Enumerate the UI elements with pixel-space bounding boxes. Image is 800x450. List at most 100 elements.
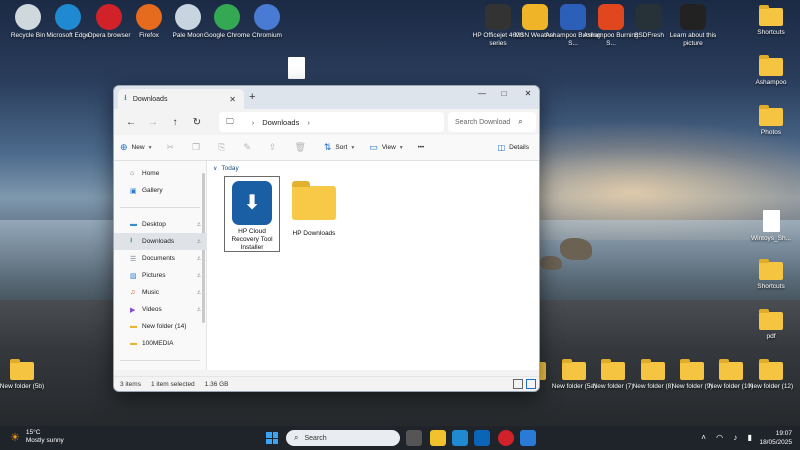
share-button[interactable]: ⇪ xyxy=(269,142,281,153)
store-taskbar-icon[interactable] xyxy=(520,430,536,446)
desktop-icon[interactable]: pdf xyxy=(743,308,799,341)
opera-taskbar-icon[interactable] xyxy=(498,430,514,446)
folder-icon xyxy=(292,181,336,220)
refresh-button[interactable]: ↻ xyxy=(186,117,208,128)
desktop-icon[interactable]: New folder (12) xyxy=(743,358,799,391)
new-tab-button[interactable]: + xyxy=(249,91,255,103)
chevron-right-icon[interactable]: › xyxy=(252,118,255,127)
computer-icon: 🖵 xyxy=(226,117,234,126)
folder-icon xyxy=(759,309,783,330)
navigation-pane: ⌂ Home ▣ Gallery ▬ Desktop ⚓ ⭳ Downloads ⚓ ☰ Docume… xyxy=(114,161,207,370)
sidebar-item[interactable]: ▣ Gallery xyxy=(114,182,206,199)
sidebar-item-label: 100MEDIA xyxy=(142,340,174,347)
sidebar-item[interactable]: ☰ Documents ⚓ xyxy=(114,250,206,267)
desktop-icon[interactable]: Chromium xyxy=(239,4,295,40)
pin-icon: ⚓ xyxy=(196,221,201,228)
edge-taskbar-icon[interactable] xyxy=(452,430,468,446)
maximize-button[interactable]: □ xyxy=(494,89,514,98)
start-button[interactable] xyxy=(266,432,278,444)
details-view-icon[interactable] xyxy=(513,379,523,389)
details-label: Details xyxy=(509,144,529,151)
address-bar[interactable]: 🖵 › Downloads › xyxy=(219,112,444,132)
item-count: 3 items xyxy=(120,380,141,388)
desktop-icon-label: Learn about this picture xyxy=(669,32,717,47)
minimize-button[interactable]: — xyxy=(472,89,492,98)
folder-icon: ▬ xyxy=(130,340,137,347)
close-window-button[interactable]: ✕ xyxy=(518,89,538,98)
sidebar-item[interactable]: ▬ New folder (14) xyxy=(114,318,206,335)
desktop-icon[interactable]: Wintoys_Sh... xyxy=(743,208,799,243)
copy-button[interactable]: ❐ xyxy=(192,142,204,153)
desktop-icon-label: Ashampoo xyxy=(755,79,787,86)
sidebar-item[interactable]: ▨ Pictures ⚓ xyxy=(114,267,206,284)
sidebar-item-label: Downloads xyxy=(142,238,175,245)
status-bar: 3 items 1 item selected 1.36 GB xyxy=(114,376,539,391)
desktop-icon[interactable]: Photos xyxy=(743,104,799,137)
sidebar-item[interactable]: ⭳ Downloads ⚓ xyxy=(114,233,206,250)
date: 18/05/2025 xyxy=(759,439,792,446)
desktop-icon[interactable]: Ashampoo xyxy=(743,54,799,87)
delete-button[interactable]: 🗑 xyxy=(294,142,309,153)
file-explorer-taskbar-icon[interactable] xyxy=(430,430,446,446)
taskbar-search[interactable]: ⌕ Search xyxy=(286,430,400,446)
paste-button[interactable]: ⎘ xyxy=(218,142,229,153)
up-button[interactable]: ↑ xyxy=(164,117,186,128)
back-button[interactable]: ← xyxy=(120,117,142,128)
search-input[interactable]: Search Download ⌕ xyxy=(448,112,536,132)
outlook-taskbar-icon[interactable] xyxy=(474,430,490,446)
sidebar-item[interactable]: ▶ Videos ⚓ xyxy=(114,301,206,318)
hp-installer-icon: ⬇ xyxy=(232,181,272,225)
view-icon: ▭ xyxy=(369,142,378,152)
sidebar-item[interactable]: ♫ Music ⚓ xyxy=(114,284,206,301)
weather-widget[interactable]: ☀ 15°C Mostly sunny xyxy=(10,429,64,445)
view-button[interactable]: ▭ View ▼ xyxy=(369,142,403,153)
sidebar-item[interactable]: ▬ 100MEDIA xyxy=(114,335,206,352)
view-label: View xyxy=(381,144,396,151)
videos-icon: ▶ xyxy=(130,306,136,314)
search-placeholder: Search Download xyxy=(455,118,511,126)
edge-icon xyxy=(55,4,81,30)
sidebar-item[interactable]: ⌂ Home xyxy=(114,165,206,182)
address-location[interactable]: Downloads xyxy=(262,118,299,127)
chevron-down-icon: ∨ xyxy=(213,166,218,172)
system-tray[interactable]: ˄ ◠ ♪ ▮ xyxy=(701,433,756,442)
time: 19:07 xyxy=(775,430,792,437)
download-icon: ⭳ xyxy=(124,93,127,102)
cut-button[interactable]: ✂ xyxy=(167,142,179,153)
folder-icon xyxy=(10,359,34,380)
forward-button[interactable]: → xyxy=(142,117,164,128)
folder-icon xyxy=(759,359,783,380)
chevron-right-icon[interactable]: › xyxy=(307,118,310,127)
desktop-icon-label: Shortcuts xyxy=(757,29,785,36)
desktop-icon[interactable]: Learn about this picture xyxy=(665,4,721,48)
rename-button[interactable]: ✎ xyxy=(243,142,255,153)
opera-icon xyxy=(96,4,122,30)
ssdfresh-icon xyxy=(636,4,662,30)
desktop-icon-label: pdf xyxy=(766,333,776,340)
desktop-file-icon[interactable] xyxy=(268,55,324,82)
search-label: Search xyxy=(304,434,327,442)
task-view-icon[interactable] xyxy=(406,430,422,446)
file-item[interactable]: ⬇ HP Cloud Recovery Tool Installer xyxy=(224,176,280,252)
desktop-icon[interactable]: Shortcuts xyxy=(743,258,799,291)
sort-button[interactable]: ⇅ Sort ▼ xyxy=(324,142,355,153)
desktop-icon-label: Chromium xyxy=(252,32,282,39)
sidebar-item[interactable]: ▭This PC∨ xyxy=(114,369,206,370)
desktop-icon[interactable]: New folder (5b) xyxy=(0,358,50,391)
group-header-today[interactable]: ∨ Today xyxy=(213,165,239,172)
desktop-icon-label: Shortcuts xyxy=(757,283,785,290)
pin-icon: ⚓ xyxy=(196,306,201,313)
chevron-down-icon: ▼ xyxy=(350,144,356,151)
recycle-bin-icon xyxy=(15,4,41,30)
tab-downloads[interactable]: ⭳ Downloads ✕ xyxy=(118,89,244,109)
details-pane-button[interactable]: ◫ Details xyxy=(498,143,529,152)
sidebar-item-label: Pictures xyxy=(142,272,166,279)
close-tab-icon[interactable]: ✕ xyxy=(229,95,236,104)
file-item[interactable]: HP Downloads xyxy=(286,176,342,238)
more-options-button[interactable]: ••• xyxy=(418,145,424,151)
tiles-view-icon[interactable] xyxy=(526,379,536,389)
desktop-icon[interactable]: Shortcuts xyxy=(743,4,799,37)
new-button[interactable]: ⊕ New ▼ xyxy=(120,142,153,153)
sidebar-item[interactable]: ▬ Desktop ⚓ xyxy=(114,216,206,233)
clock[interactable]: 19:07 18/05/2025 xyxy=(759,429,792,447)
